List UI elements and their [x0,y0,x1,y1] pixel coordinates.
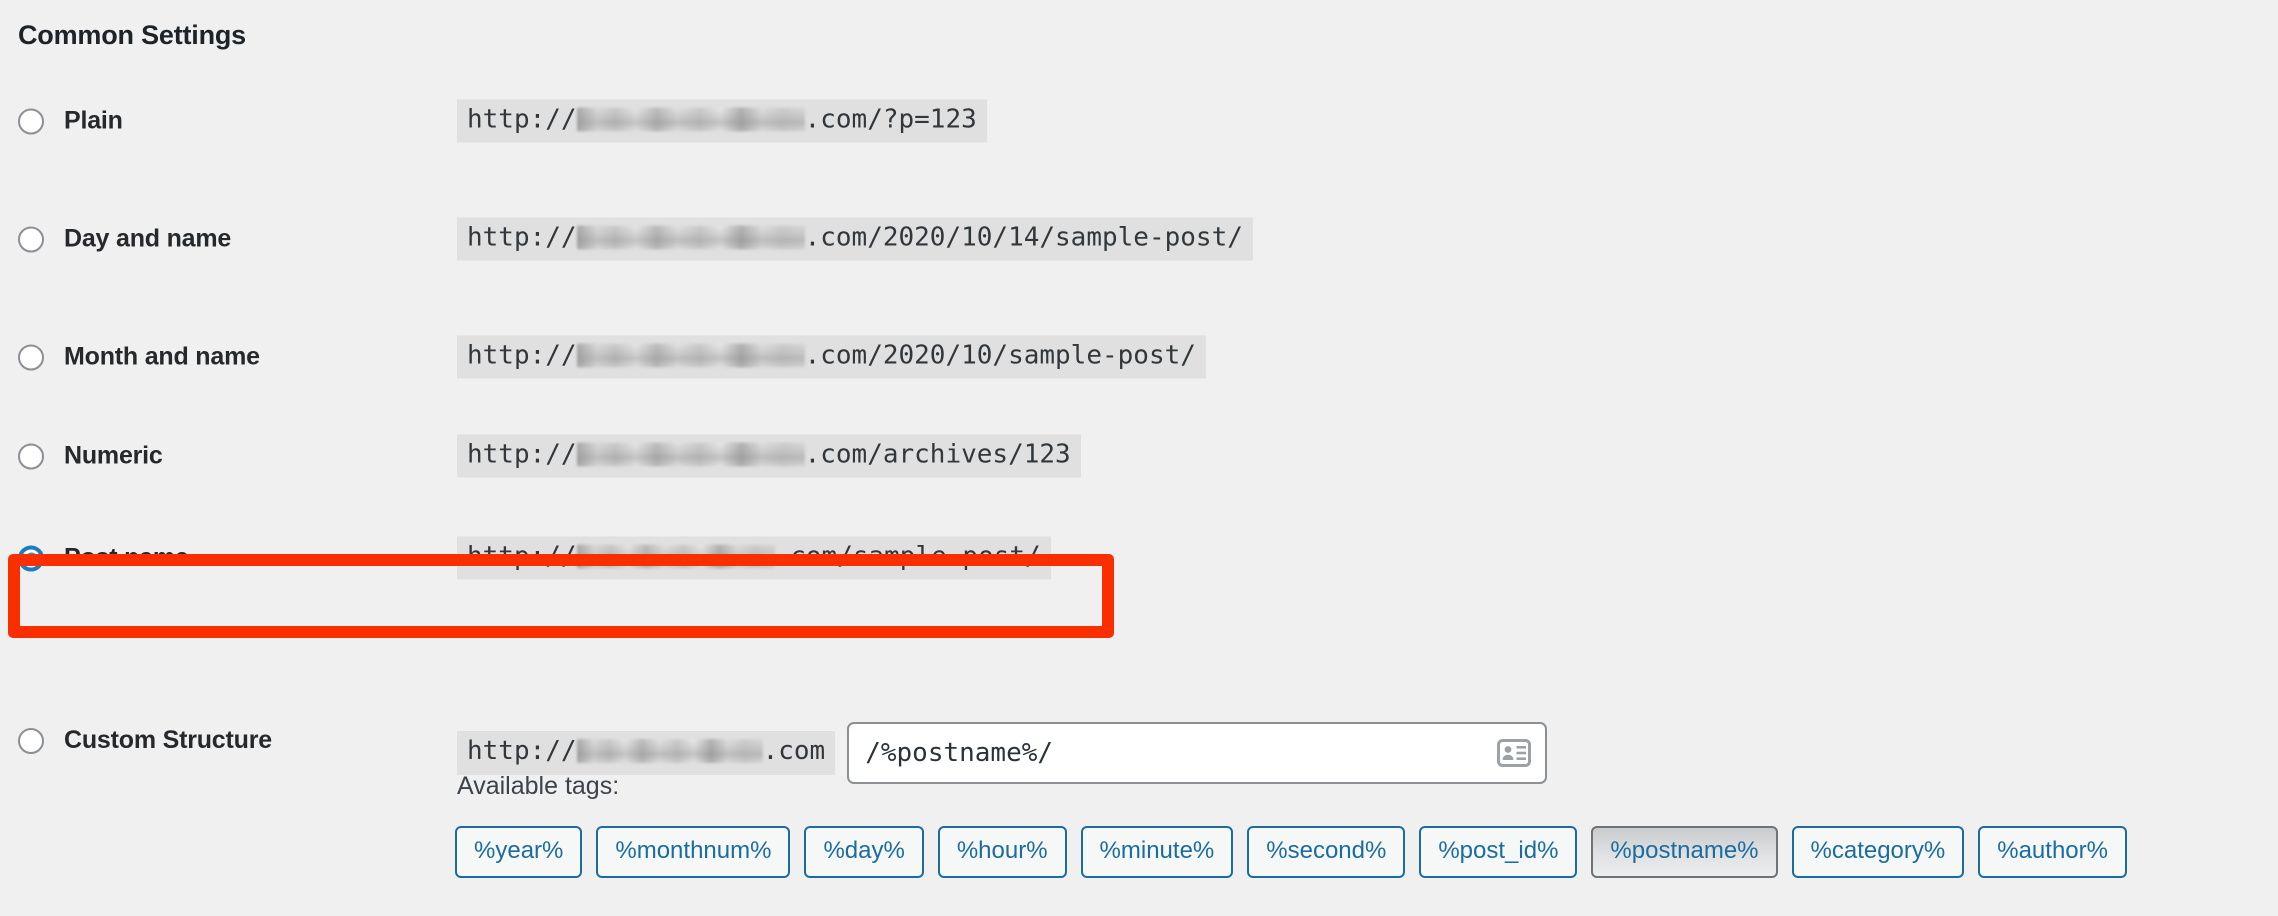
radio-label-day-and-name: Day and name [64,224,232,253]
redacted-domain [576,739,763,764]
radio-icon-post-name[interactable] [18,545,44,571]
radio-label-month-and-name: Month and name [64,342,260,371]
permalink-option-row-day-and-name[interactable]: Day and name http:// .com/2020/10/14/samp… [0,180,2278,298]
tag-button-day[interactable]: %day% [804,826,924,878]
url-preview-month-and-name: http:// .com/2020/10/sample-post/ [457,335,1206,379]
redacted-domain [576,442,805,467]
contact-card-autofill-icon[interactable] [1497,739,1532,767]
url-code-plain: http:// .com/?p=123 [457,99,987,143]
url-code-numeric: http:// .com/archives/123 [457,434,1081,478]
radio-option-numeric[interactable]: Numeric [18,442,163,471]
tag-button-year[interactable]: %year% [455,826,583,878]
url-suffix: .com/2020/10/sample-post/ [804,340,1196,371]
permalink-options-table: Plain http:// .com/?p=123 Day and name ht… [0,62,2278,620]
tag-button-category[interactable]: %category% [1791,826,1965,878]
tag-button-post-id[interactable]: %post_id% [1419,826,1578,878]
available-tags-list: %year% %monthnum% %day% %hour% %minute% … [455,826,2127,878]
radio-icon-custom-structure[interactable] [18,727,44,754]
url-prefix: http:// [467,340,577,371]
permalink-option-row-custom-structure[interactable]: Custom Structure http:// .com /%postname%… [0,700,2278,784]
radio-icon-plain[interactable] [18,108,44,134]
page-title: Common Settings [18,20,247,51]
tag-button-postname[interactable]: %postname% [1591,826,1778,878]
redacted-domain [576,225,805,250]
tag-button-author[interactable]: %author% [1978,826,2127,878]
url-prefix: http:// [467,104,577,135]
redacted-domain [576,107,805,132]
url-suffix: .com/archives/123 [804,439,1071,470]
redacted-domain [576,343,805,368]
permalink-option-row-plain[interactable]: Plain http:// .com/?p=123 [0,62,2278,180]
url-preview-day-and-name: http:// .com/2020/10/14/sample-post/ [457,217,1253,261]
url-preview-numeric: http:// .com/archives/123 [457,434,1081,478]
radio-icon-numeric[interactable] [18,443,44,469]
available-tags-label: Available tags: [457,772,620,800]
radio-icon-month-and-name[interactable] [18,344,44,370]
tag-button-minute[interactable]: %minute% [1080,826,1234,878]
url-prefix: http:// [467,541,577,572]
custom-structure-input-value: /%postname%/ [865,738,1054,768]
permalink-option-row-month-and-name[interactable]: Month and name http:// .com/2020/10/sampl… [0,298,2278,416]
url-code-month-and-name: http:// .com/2020/10/sample-post/ [457,335,1206,379]
radio-option-custom-structure[interactable]: Custom Structure [18,726,272,755]
permalink-option-row-numeric[interactable]: Numeric http:// .com/archives/123 [0,416,2278,496]
radio-label-custom-structure: Custom Structure [64,726,272,754]
url-code-post-name: http:// .com/sample-post/ [457,536,1051,580]
radio-icon-day-and-name[interactable] [18,226,44,252]
tag-button-second[interactable]: %second% [1247,826,1406,878]
permalink-option-row-post-name[interactable]: Post name http:// .com/sample-post/ [0,496,2278,620]
radio-option-post-name[interactable]: Post name [18,544,189,573]
tag-button-hour[interactable]: %hour% [937,826,1067,878]
custom-structure-input[interactable]: /%postname%/ [847,722,1548,784]
radio-option-month-and-name[interactable]: Month and name [18,343,260,372]
url-suffix: .com/?p=123 [804,104,977,135]
url-preview-post-name: http:// .com/sample-post/ [457,536,1051,580]
redacted-domain [576,544,775,569]
url-code-day-and-name: http:// .com/2020/10/14/sample-post/ [457,217,1253,261]
url-suffix: .com/sample-post/ [774,541,1041,572]
radio-label-plain: Plain [64,106,123,135]
url-code-custom-structure: http:// .com [457,731,836,775]
radio-label-numeric: Numeric [64,441,163,470]
url-prefix: http:// [467,736,577,767]
url-suffix: .com/2020/10/14/sample-post/ [804,222,1243,253]
radio-option-plain[interactable]: Plain [18,107,123,136]
custom-structure-field-group: http:// .com /%postname%/ [457,722,1548,784]
tag-button-monthnum[interactable]: %monthnum% [596,826,791,878]
radio-label-post-name: Post name [64,543,189,572]
radio-option-day-and-name[interactable]: Day and name [18,225,231,254]
url-prefix: http:// [467,222,577,253]
url-suffix: .com [762,736,826,767]
url-prefix: http:// [467,439,577,470]
url-preview-plain: http:// .com/?p=123 [457,99,987,143]
